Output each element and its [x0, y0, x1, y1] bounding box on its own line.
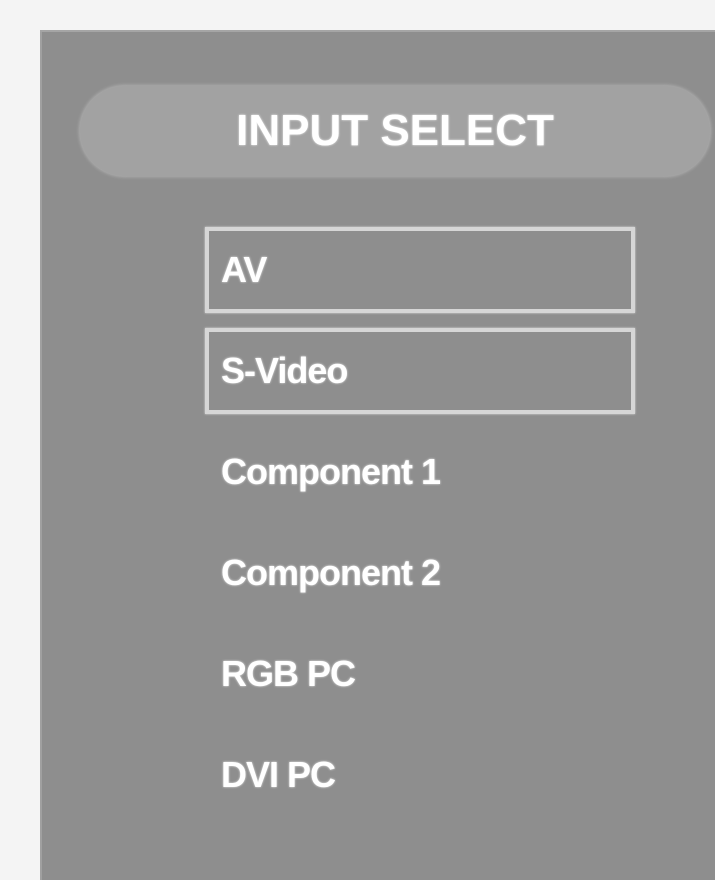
input-option-av[interactable]: AV — [205, 227, 635, 313]
input-option-label: Component 2 — [221, 552, 441, 593]
input-option-label: Component 1 — [221, 451, 441, 492]
input-option-label: S-Video — [221, 350, 348, 391]
input-select-menu: INPUT SELECT AV S-Video Component 1 Comp… — [40, 30, 715, 880]
input-option-dvi-pc[interactable]: DVI PC — [205, 732, 635, 818]
input-option-rgb-pc[interactable]: RGB PC — [205, 631, 635, 717]
input-option-component-2[interactable]: Component 2 — [205, 530, 635, 616]
menu-title: INPUT SELECT — [236, 106, 554, 155]
menu-title-bar: INPUT SELECT — [80, 86, 710, 176]
input-source-list: AV S-Video Component 1 Component 2 RGB P… — [205, 227, 635, 833]
input-option-label: AV — [221, 249, 267, 290]
input-option-label: RGB PC — [221, 653, 356, 694]
input-option-component-1[interactable]: Component 1 — [205, 429, 635, 515]
input-option-s-video[interactable]: S-Video — [205, 328, 635, 414]
input-option-label: DVI PC — [221, 754, 336, 795]
